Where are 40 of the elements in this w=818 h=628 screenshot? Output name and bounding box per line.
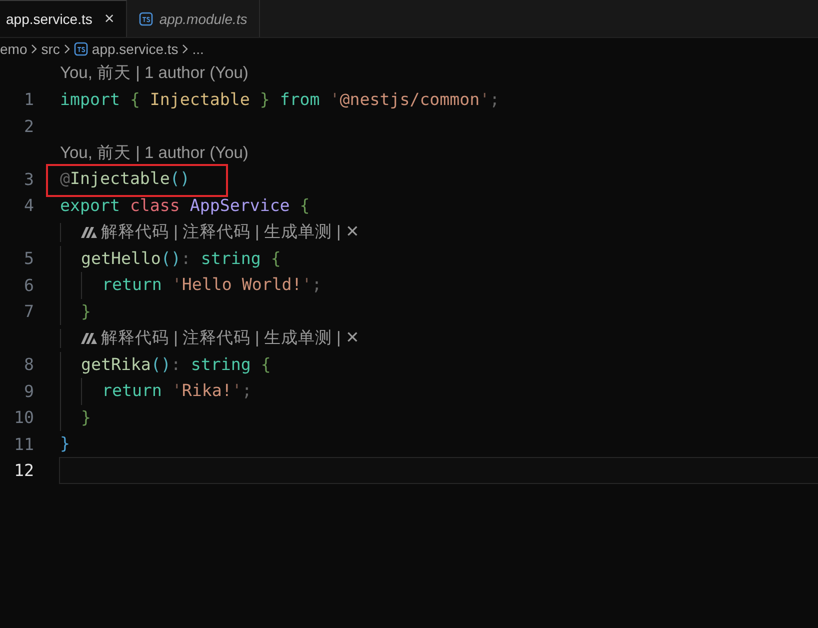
code-lens-actions[interactable]: 解释代码 | 注释代码 | 生成单测 | ✕ [100,221,360,244]
code-line: return 'Rika!'; [60,378,252,404]
line-number: 2 [23,116,35,136]
editor-tab[interactable]: app.service.ts × [0,0,128,37]
code-line: import { Injectable } from '@nestjs/common'; [60,88,500,110]
code-line: @Injectable() [60,168,190,190]
line-number: 8 [23,355,35,374]
code-lens-actions[interactable]: 解释代码 | 注释代码 | 生成单测 | ✕ [100,327,360,350]
line-number: 7 [23,302,35,322]
line-number: 10 [13,408,35,428]
line-number: 11 [13,434,35,454]
chevron-right-icon [64,44,70,54]
breadcrumb-item[interactable]: emo [0,41,28,57]
line-number: 9 [23,382,35,401]
assistant-logo-icon [80,226,97,238]
line-number: 3 [23,170,35,189]
chevron-right-icon [182,44,188,54]
blame-annotation: You, 前天 | 1 author (You) [60,63,248,84]
line-number: 4 [23,196,35,216]
editor-tab[interactable]: app.module.ts [127,0,260,37]
line-number: 5 [23,249,35,268]
breadcrumb-item[interactable]: src [41,41,60,57]
code-line: } [60,404,91,431]
code-line: } [60,433,70,455]
close-tab-button[interactable]: × [98,9,114,29]
code-line: export class AppService { [60,194,310,216]
code-line: getHello(): string { [60,246,281,272]
line-number: 12 [13,461,35,480]
code-line: getRika(): string { [60,352,271,378]
blame-annotation: You, 前天 | 1 author (You) [60,142,248,164]
assistant-logo-icon [80,332,97,344]
code-line: } [60,298,91,325]
typescript-file-icon [139,12,154,26]
chevron-right-icon [31,44,38,54]
breadcrumb-item[interactable]: ... [192,41,204,57]
typescript-file-icon [74,42,88,56]
code-line: return 'Hello World!'; [60,272,322,298]
line-number: 6 [23,276,35,295]
line-number: 1 [23,90,35,110]
breadcrumb-item[interactable]: app.service.ts [92,41,178,57]
